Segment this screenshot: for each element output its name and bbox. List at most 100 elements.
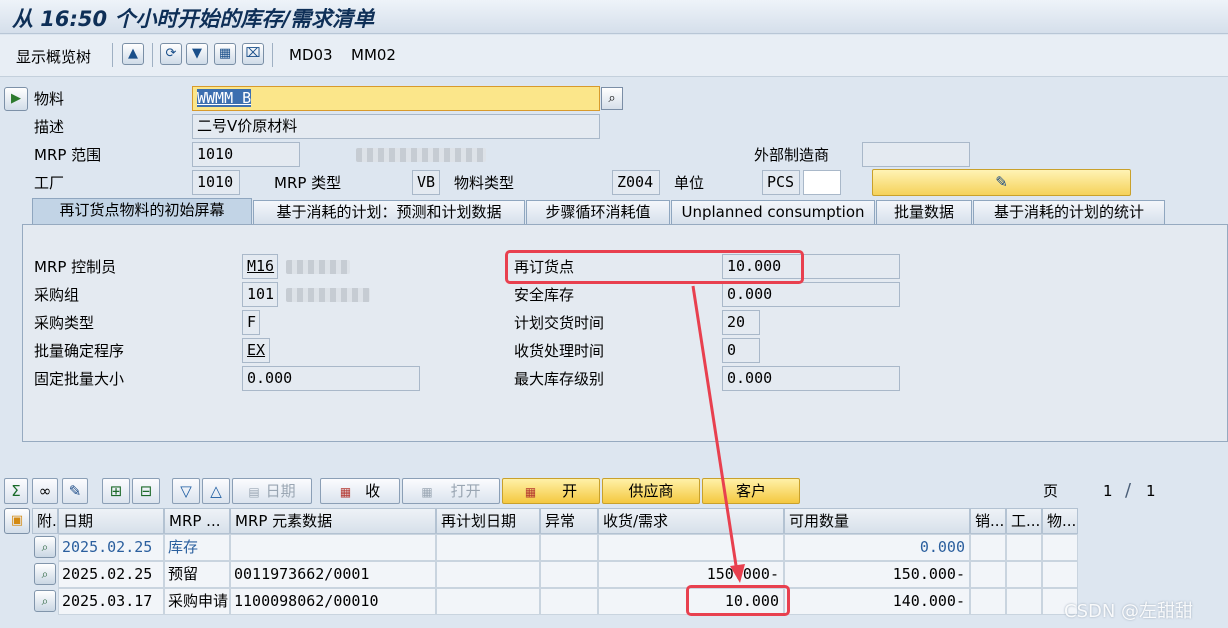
fixed-lot-size-field: 0.000 (242, 366, 420, 391)
expand-tree-icon[interactable]: ⊞ (102, 478, 130, 504)
filter-icon[interactable]: ▼ (186, 43, 208, 65)
unit-extra-field (803, 170, 841, 195)
cell-receipt: 150.000- (598, 561, 784, 588)
collapse-tree-icon[interactable]: ⊟ (132, 478, 160, 504)
cell-replan (436, 588, 540, 615)
date-button: ▤ 日期 (232, 478, 312, 504)
window-title: 从 16:50 个小时开始的库存/需求清单 (12, 7, 375, 31)
redacted-text (356, 148, 486, 162)
title-bar: 从 16:50 个小时开始的库存/需求清单 (0, 0, 1228, 34)
external-manufacturer-label: 外部制造商 (754, 146, 830, 164)
gr-processing-label: 收货处理时间 (514, 342, 605, 360)
material-label: 物料 (34, 90, 65, 108)
purchasing-group-label: 采购组 (34, 286, 80, 304)
row-details-icon[interactable]: ⌕ (34, 590, 56, 612)
cell-exception (540, 534, 598, 561)
mrp-area-label: MRP 范围 (34, 146, 102, 164)
unit-label: 单位 (674, 174, 705, 192)
plant-label: 工厂 (34, 174, 65, 192)
receipt-button[interactable]: ▦ 收 (320, 478, 400, 504)
col-mrp-element-data[interactable]: MRP 元素数据 (230, 508, 436, 534)
material-type-label: 物料类型 (454, 174, 515, 192)
glasses-icon[interactable]: ∞ (32, 478, 58, 504)
open-disabled-button: ▦ 打开 (402, 478, 500, 504)
reorder-point-highlight (505, 250, 804, 284)
cell-replan (436, 561, 540, 588)
cell-available: 140.000- (784, 588, 970, 615)
material-input[interactable]: WWMM B (192, 86, 600, 111)
tab-forecast-planning[interactable]: 基于消耗的计划：预测和计划数据 (253, 200, 525, 224)
cell-date: 2025.02.25 (58, 534, 164, 561)
page-separator: / (1125, 480, 1132, 501)
customer-button[interactable]: 客户 (702, 478, 800, 504)
tab-lot-size-data[interactable]: 批量数据 (876, 200, 972, 224)
material-type-field: Z004 (612, 170, 660, 195)
cell-mrp-element: 预留 (164, 561, 230, 588)
max-stock-field: 0.000 (722, 366, 900, 391)
print-icon[interactable]: ⌧ (242, 43, 264, 65)
edit-icon-button[interactable]: ✎ (872, 169, 1131, 196)
cell-replan (436, 534, 540, 561)
fixed-lot-size-label: 固定批量大小 (34, 370, 125, 388)
cell-mrp-data: 1100098062/00010 (230, 588, 436, 615)
pencil-icon[interactable]: ✎ (62, 478, 88, 504)
mrp-controller-field: M16 (242, 254, 278, 279)
page-total: 1 (1146, 482, 1156, 500)
search-help-icon[interactable]: ⌕ (601, 87, 623, 110)
sort-down-icon[interactable]: ▽ (172, 478, 200, 504)
tab-statistics[interactable]: 基于消耗的计划的统计 (973, 200, 1165, 224)
col-plant[interactable]: 工... (1006, 508, 1042, 534)
col-sales[interactable]: 销... (970, 508, 1006, 534)
lot-procedure-field: EX (242, 338, 270, 363)
md03-button[interactable]: MD03 (289, 46, 333, 64)
cell-exception (540, 561, 598, 588)
external-manufacturer-field (862, 142, 970, 167)
col-exception[interactable]: 异常 (540, 508, 598, 534)
col-receipt-requirement[interactable]: 收货/需求 (598, 508, 784, 534)
cell-available: 150.000- (784, 561, 970, 588)
gr-processing-field: 0 (722, 338, 760, 363)
toolbar-separator (112, 43, 113, 67)
application-toolbar: 显示概览树 ▲ ⟳ ▼ ▦ ⌧ MD03 MM02 (0, 35, 1228, 77)
material-value: WWMM B (197, 89, 252, 107)
row-details-icon[interactable]: ⌕ (34, 536, 56, 558)
graphics-icon[interactable]: ▲ (122, 43, 144, 65)
column-settings-icon[interactable]: ▣ (4, 508, 30, 534)
header-toggle-icon[interactable]: ▶ (4, 87, 28, 111)
tab-consumption-values[interactable]: 步骤循环消耗值 (526, 200, 670, 224)
refresh-icon[interactable]: ⟳ (160, 43, 182, 65)
page-label: 页 (1043, 482, 1059, 500)
cell-plant (1006, 534, 1042, 561)
mrp-controller-label: MRP 控制员 (34, 258, 117, 276)
tab-reorder-point[interactable]: 再订货点物料的初始屏幕 (32, 198, 252, 225)
receipt-quantity-highlight (686, 585, 790, 616)
description-field: 二号V价原材料 (192, 114, 600, 139)
col-material[interactable]: 物... (1042, 508, 1078, 534)
col-mrp-element[interactable]: MRP ... (164, 508, 230, 534)
mrp-type-field: VB (412, 170, 440, 195)
vendor-button[interactable]: 供应商 (602, 478, 700, 504)
col-reschedule-date[interactable]: 再计划日期 (436, 508, 540, 534)
row-details-icon[interactable]: ⌕ (34, 563, 56, 585)
purchasing-group-field: 101 (242, 282, 278, 307)
cell-sales (970, 588, 1006, 615)
cell-plant (1006, 561, 1042, 588)
col-attachment[interactable]: 附. (32, 508, 58, 534)
cell-exception (540, 588, 598, 615)
mrp-type-label: MRP 类型 (274, 174, 342, 192)
receipt-button-label: 收 (365, 482, 381, 500)
cell-mrp-data (230, 534, 436, 561)
planned-delivery-label: 计划交货时间 (514, 314, 605, 332)
cell-mrp-data: 0011973662/0001 (230, 561, 436, 588)
procurement-type-label: 采购类型 (34, 314, 95, 332)
sum-icon[interactable]: Σ (4, 478, 28, 504)
tab-unplanned-consumption[interactable]: Unplanned consumption (671, 200, 875, 224)
col-available-qty[interactable]: 可用数量 (784, 508, 970, 534)
sort-up-icon[interactable]: △ (202, 478, 230, 504)
show-tree-button[interactable]: 显示概览树 (16, 46, 91, 67)
cell-plant (1006, 588, 1042, 615)
settings-icon[interactable]: ▦ (214, 43, 236, 65)
col-date[interactable]: 日期 (58, 508, 164, 534)
open-button[interactable]: ▦ 开 (502, 478, 600, 504)
mm02-button[interactable]: MM02 (351, 46, 396, 64)
